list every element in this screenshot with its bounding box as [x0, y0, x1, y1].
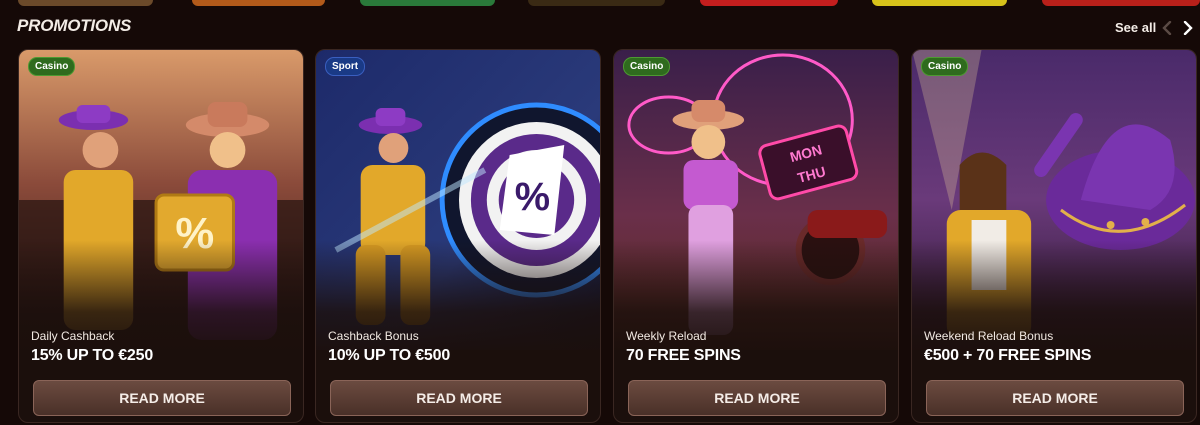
promo-offer: 10% UP TO €500: [328, 347, 451, 364]
chevron-right-icon[interactable]: [1179, 18, 1197, 38]
category-badge: Casino: [28, 57, 76, 76]
promo-offer: 70 FREE SPINS: [626, 347, 741, 364]
category-tile[interactable]: [360, 0, 495, 6]
promo-name: Weekly Reload: [626, 329, 707, 343]
read-more-button[interactable]: READ MORE: [330, 380, 588, 416]
see-all-link[interactable]: See all: [1115, 20, 1156, 35]
promo-card[interactable]: % Casino Daily Cashback 15% UP TO €250 R…: [18, 49, 304, 423]
category-strip: [0, 0, 1200, 6]
promo-name: Weekend Reload Bonus: [924, 329, 1054, 343]
read-more-button[interactable]: READ MORE: [33, 380, 291, 416]
svg-text:%: %: [515, 175, 550, 219]
promo-name: Daily Cashback: [31, 329, 115, 343]
category-tile[interactable]: [1042, 0, 1200, 6]
category-badge: Sport: [325, 57, 366, 76]
promo-card[interactable]: Casino Weekend Reload Bonus €500 + 70 FR…: [911, 49, 1197, 423]
chevron-left-icon[interactable]: [1158, 18, 1176, 38]
promotions-header: PROMOTIONS See all: [0, 14, 1200, 44]
promo-name: Cashback Bonus: [328, 329, 419, 343]
category-badge: Casino: [623, 57, 671, 76]
read-more-button[interactable]: READ MORE: [628, 380, 886, 416]
promo-card[interactable]: % Sport Cashback Bonus 10% UP TO €500 RE…: [315, 49, 601, 423]
section-title: PROMOTIONS: [17, 16, 132, 35]
category-tile[interactable]: [700, 0, 838, 6]
read-more-button[interactable]: READ MORE: [926, 380, 1184, 416]
promo-offer: €500 + 70 FREE SPINS: [924, 347, 1092, 364]
promo-card[interactable]: MON THU Casino Weekly Reload 70 FREE SPI…: [613, 49, 899, 423]
category-tile[interactable]: [18, 0, 153, 6]
category-tile[interactable]: [192, 0, 325, 6]
category-badge: Casino: [921, 57, 969, 76]
category-tile[interactable]: [528, 0, 665, 6]
promo-offer: 15% UP TO €250: [31, 347, 154, 364]
category-tile[interactable]: [872, 0, 1007, 6]
